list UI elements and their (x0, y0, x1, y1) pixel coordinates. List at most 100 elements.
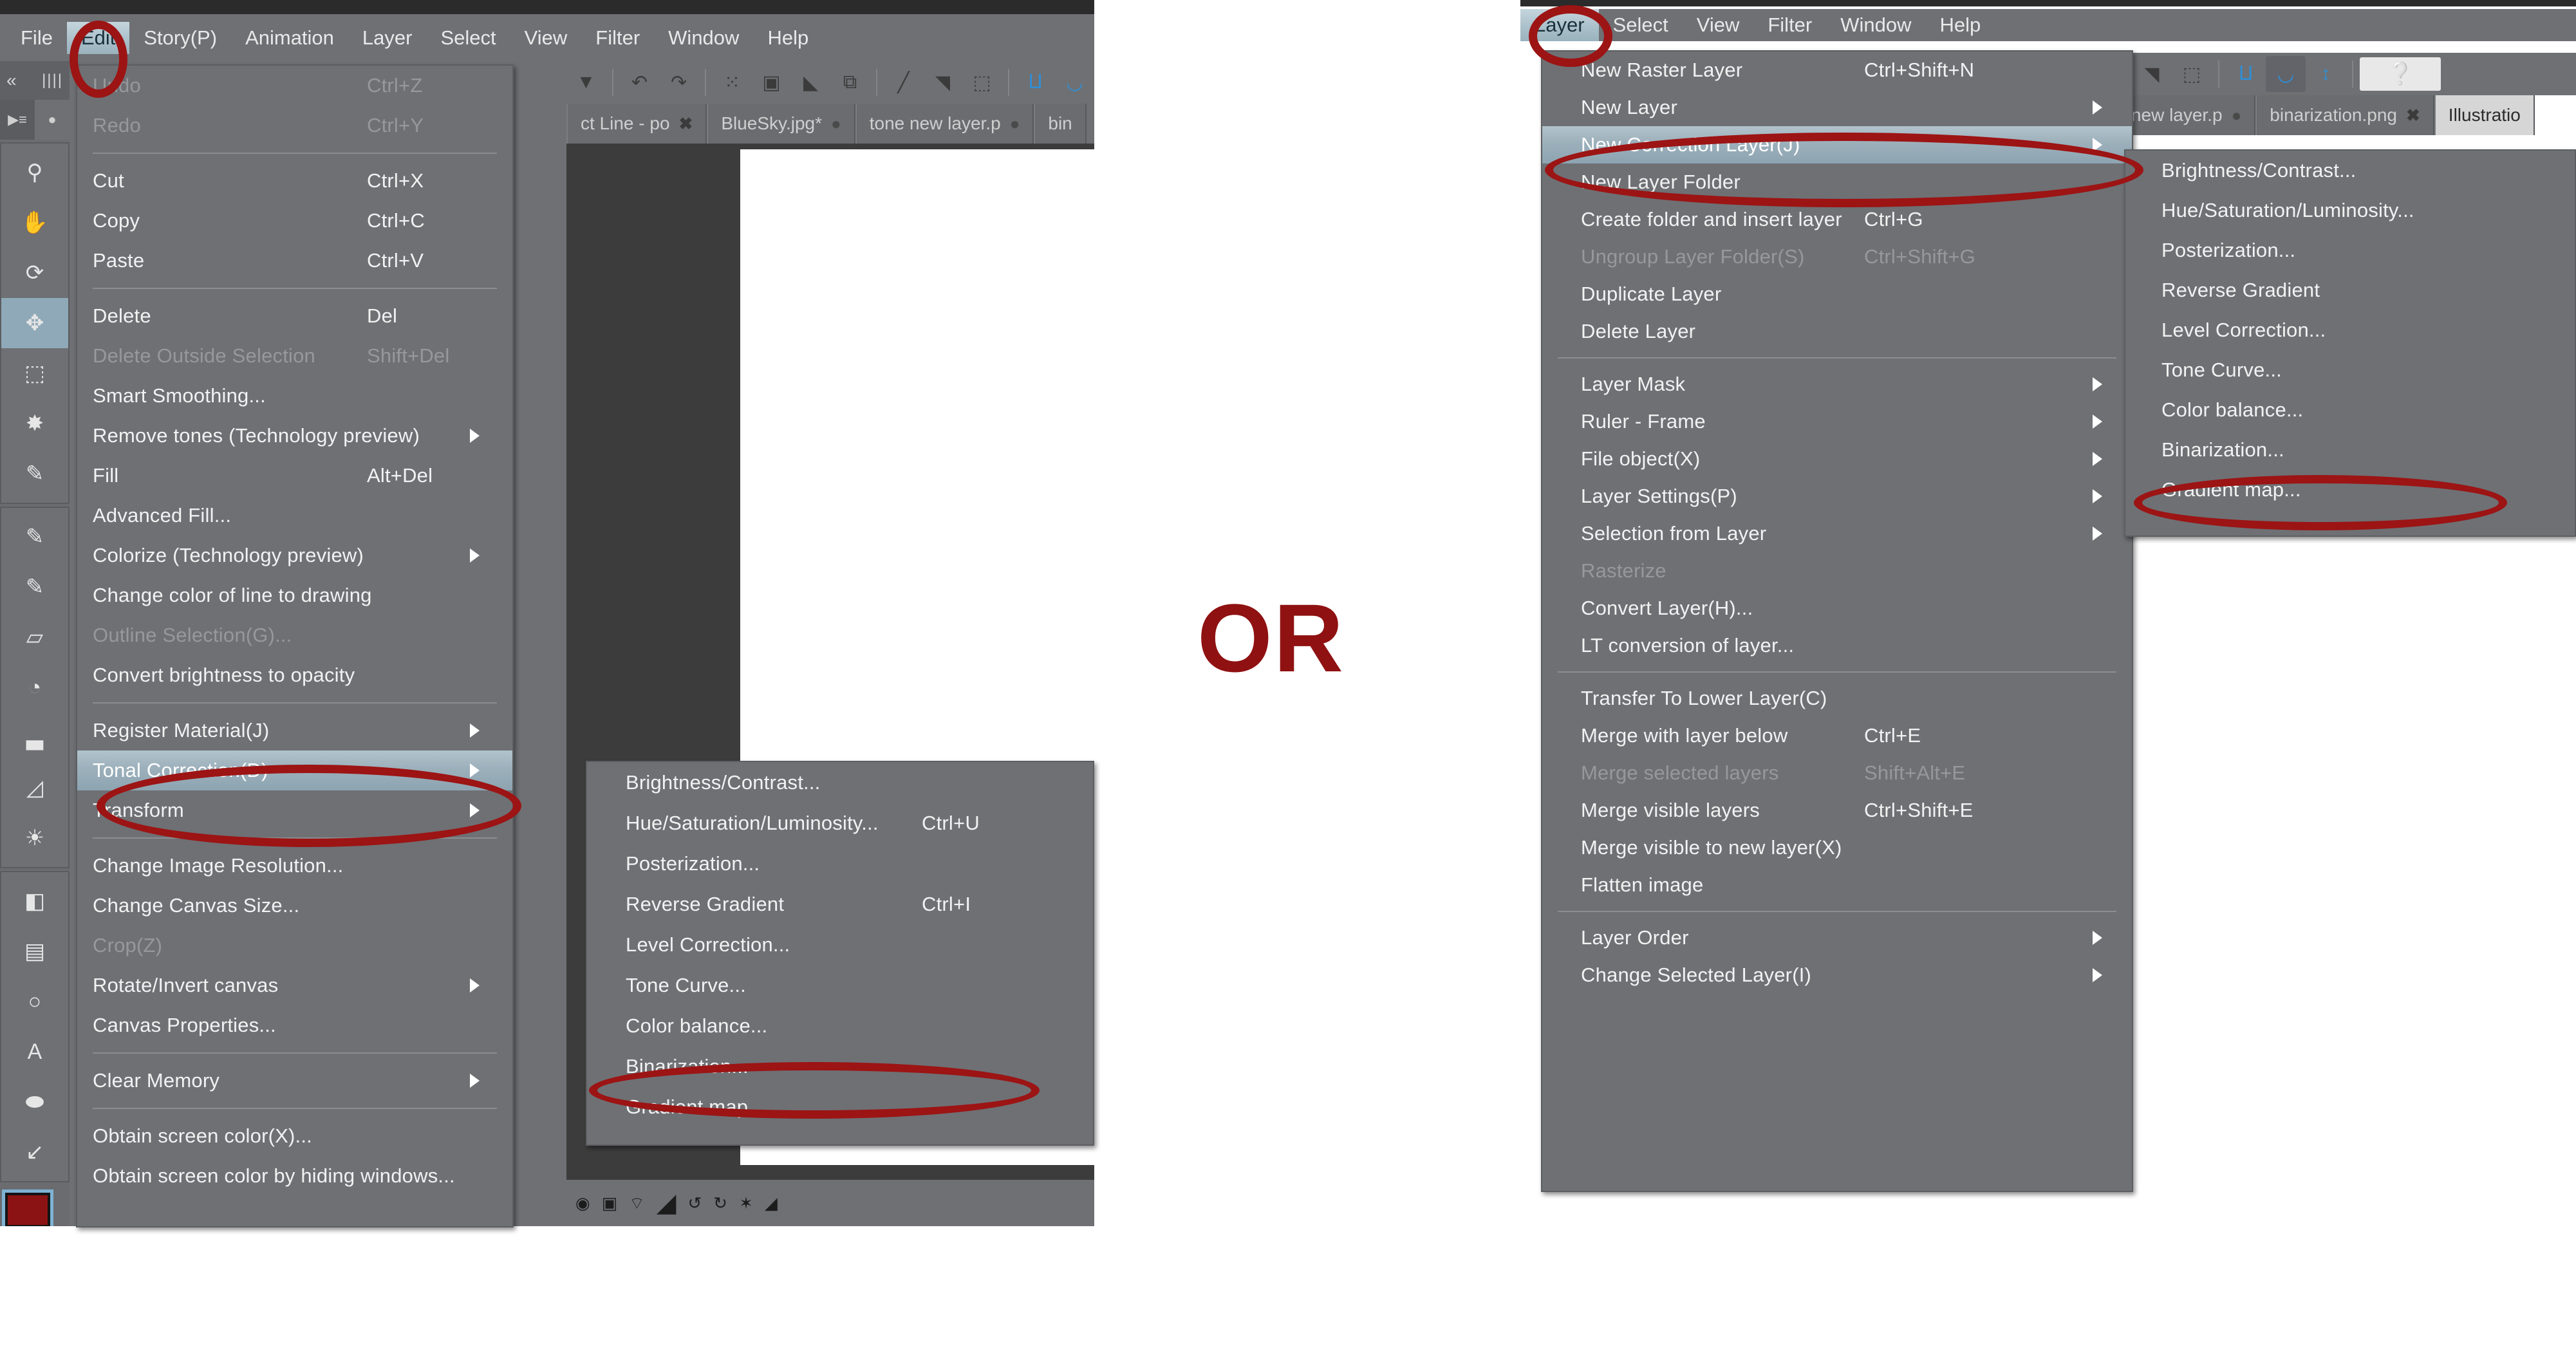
menu-item-create-folder-and-insert-layer[interactable]: Create folder and insert layer Ctrl+G (1542, 201, 2132, 238)
menu-item-gradient-map[interactable]: Gradient map... (2125, 470, 2575, 510)
menu-item-brightness-contrast[interactable]: Brightness/Contrast... (587, 762, 1093, 803)
menubar-item-view[interactable]: View (510, 22, 582, 54)
blur-tool-icon[interactable]: ☀ (1, 813, 68, 863)
snap-curve-icon[interactable]: ◡ (2266, 56, 2306, 92)
menu-item-merge-with-layer-below[interactable]: Merge with layer below Ctrl+E (1542, 717, 2132, 754)
snap-line-icon[interactable]: ⨿ (1016, 64, 1055, 100)
reset-icon[interactable]: ✶ (739, 1193, 753, 1213)
menu-item-new-layer[interactable]: New Layer (1542, 89, 2132, 126)
zoom-slider[interactable]: ◢ (657, 1188, 677, 1218)
modified-dot-icon[interactable]: ● (1010, 114, 1020, 134)
menubar-item-filter[interactable]: Filter (581, 22, 654, 54)
menu-item-tone-curve[interactable]: Tone Curve... (587, 965, 1093, 1005)
modified-dot-icon[interactable]: ● (831, 114, 841, 134)
menu-item-lt-conversion-of-layer[interactable]: LT conversion of layer... (1542, 627, 2132, 664)
correct-line-tool-icon[interactable]: ↙ (1, 1127, 68, 1177)
menu-item-register-materialj[interactable]: Register Material(J) (77, 711, 512, 751)
dots-icon[interactable]: ⁙ (713, 64, 752, 100)
menu-item-selection-from-layer[interactable]: Selection from Layer (1542, 515, 2132, 552)
zoom-value-icon[interactable]: ⌔ (629, 1193, 644, 1214)
menu-item-new-raster-layer[interactable]: New Raster Layer Ctrl+Shift+N (1542, 51, 2132, 89)
menu-item-colorize-technology-preview[interactable]: Colorize (Technology preview) (77, 536, 512, 575)
transform-icon[interactable]: ⧉ (830, 64, 870, 100)
menu-item-tone-curve[interactable]: Tone Curve... (2125, 350, 2575, 390)
menu-item-tonal-correctiond[interactable]: Tonal Correction(D) (77, 751, 512, 790)
gradient-tool-icon[interactable]: ▤ (1, 926, 68, 976)
eye-icon[interactable]: ◉ (575, 1193, 590, 1213)
figure-tool-icon[interactable]: ○ (1, 976, 68, 1027)
fill-tool-icon[interactable]: ◧ (1, 876, 68, 926)
modified-dot-icon[interactable]: ● (2232, 106, 2242, 126)
menu-item-posterization[interactable]: Posterization... (587, 843, 1093, 884)
collapse-icon[interactable]: « (6, 70, 16, 91)
menu-item-transform[interactable]: Transform (77, 790, 512, 830)
snap-line-icon[interactable]: ⨿ (2226, 56, 2266, 92)
menu-item-delete[interactable]: Delete Del (77, 296, 512, 336)
menu-item-hue-saturation-luminosity[interactable]: Hue/Saturation/Luminosity... Ctrl+U (587, 803, 1093, 843)
menu-item-color-balance[interactable]: Color balance... (587, 1005, 1093, 1046)
ruler-icon[interactable]: ◥ (923, 64, 962, 100)
airbrush-tool-icon[interactable]: ◔ (1, 662, 68, 713)
snap-curve-icon[interactable]: ◡ (1055, 64, 1094, 100)
menubar-item-edit[interactable]: Edit (66, 22, 130, 54)
menubar-item-animation[interactable]: Animation (231, 22, 348, 54)
close-icon[interactable]: ✖ (679, 114, 693, 134)
menubar-item-select[interactable]: Select (1599, 9, 1683, 41)
move-tool-icon[interactable]: ✥ (1, 298, 68, 348)
rotate-left-icon[interactable]: ↺ (687, 1193, 702, 1213)
menubar-item-layer[interactable]: Layer (1520, 9, 1599, 41)
menu-item-duplicate-layer[interactable]: Duplicate Layer (1542, 275, 2132, 313)
dashed-box-icon[interactable]: ⬚ (2172, 56, 2212, 92)
menu-item-merge-visible-layers[interactable]: Merge visible layers Ctrl+Shift+E (1542, 792, 2132, 829)
zoom-tool-icon[interactable]: ⚲ (1, 147, 68, 198)
doc-tab-binarization[interactable]: bin (1034, 104, 1087, 144)
menubar-item-view[interactable]: View (1683, 9, 1754, 41)
menu-item-copy[interactable]: Copy Ctrl+C (77, 201, 512, 241)
menu-item-obtain-screen-color-by-hiding-windows[interactable]: Obtain screen color by hiding windows... (77, 1156, 512, 1196)
menu-item-posterization[interactable]: Posterization... (2125, 230, 2575, 270)
doc-tab-illustration[interactable]: Illustratio (2434, 95, 2535, 135)
menu-item-fill[interactable]: Fill Alt+Del (77, 456, 512, 496)
fill-bucket-icon[interactable]: ◣ (791, 64, 830, 100)
menubar-item-file[interactable]: File (6, 22, 67, 54)
brush-tool-icon[interactable]: ✎ (1, 562, 68, 612)
menu-item-file-objectx[interactable]: File object(X) (1542, 440, 2132, 478)
menu-item-new-layer-folder[interactable]: New Layer Folder (1542, 163, 2132, 201)
menubar-item-layer[interactable]: Layer (348, 22, 427, 54)
eyedropper-tool-icon[interactable]: ✎ (1, 449, 68, 499)
menu-item-change-canvas-size[interactable]: Change Canvas Size... (77, 886, 512, 926)
sub-tool-tab-icon[interactable]: ● (35, 100, 70, 140)
foreground-color-swatch[interactable] (2, 1189, 53, 1226)
selection-box-icon[interactable]: ▣ (752, 64, 791, 100)
doc-tab-bluesky[interactable]: BlueSky.jpg* ● (707, 104, 855, 144)
menu-item-reverse-gradient[interactable]: Reverse Gradient Ctrl+I (587, 884, 1093, 924)
menu-item-remove-tones-technology-preview[interactable]: Remove tones (Technology preview) (77, 416, 512, 456)
menu-item-change-image-resolution[interactable]: Change Image Resolution... (77, 846, 512, 886)
menu-item-new-correction-layerj[interactable]: New Correction Layer(J) (1542, 126, 2132, 163)
menu-item-transfer-to-lower-layerc[interactable]: Transfer To Lower Layer(C) (1542, 680, 2132, 717)
menu-item-brightness-contrast[interactable]: Brightness/Contrast... (2125, 151, 2575, 191)
menubar-item-help[interactable]: Help (1926, 9, 1995, 41)
ruler-icon[interactable]: ◥ (2132, 56, 2172, 92)
grip-icon[interactable]: |||| (42, 71, 63, 89)
menu-item-layer-mask[interactable]: Layer Mask (1542, 366, 2132, 403)
menu-item-change-color-of-line-to-drawing[interactable]: Change color of line to drawing (77, 575, 512, 615)
menubar-item-story[interactable]: Story(P) (129, 22, 231, 54)
menubar-item-filter[interactable]: Filter (1753, 9, 1826, 41)
menubar-item-window[interactable]: Window (1826, 9, 1925, 41)
menu-item-obtain-screen-colorx[interactable]: Obtain screen color(X)... (77, 1116, 512, 1156)
rotate-tool-icon[interactable]: ⟳ (1, 248, 68, 298)
menu-item-delete-layer[interactable]: Delete Layer (1542, 313, 2132, 350)
menu-item-color-balance[interactable]: Color balance... (2125, 390, 2575, 430)
menu-item-paste[interactable]: Paste Ctrl+V (77, 241, 512, 281)
rotate-right-icon[interactable]: ↻ (713, 1193, 727, 1213)
menu-item-convert-brightness-to-opacity[interactable]: Convert brightness to opacity (77, 655, 512, 695)
menu-item-cut[interactable]: Cut Ctrl+X (77, 161, 512, 201)
redo-icon[interactable]: ↷ (659, 64, 698, 100)
menu-item-clear-memory[interactable]: Clear Memory (77, 1061, 512, 1101)
menu-item-merge-visible-to-new-layerx[interactable]: Merge visible to new layer(X) (1542, 829, 2132, 866)
eraser-tool-icon[interactable]: ▱ (1, 612, 68, 662)
menu-item-level-correction[interactable]: Level Correction... (587, 924, 1093, 965)
page-icon[interactable]: ▣ (602, 1193, 618, 1213)
menu-item-gradient-map[interactable]: Gradient map... (587, 1087, 1093, 1127)
